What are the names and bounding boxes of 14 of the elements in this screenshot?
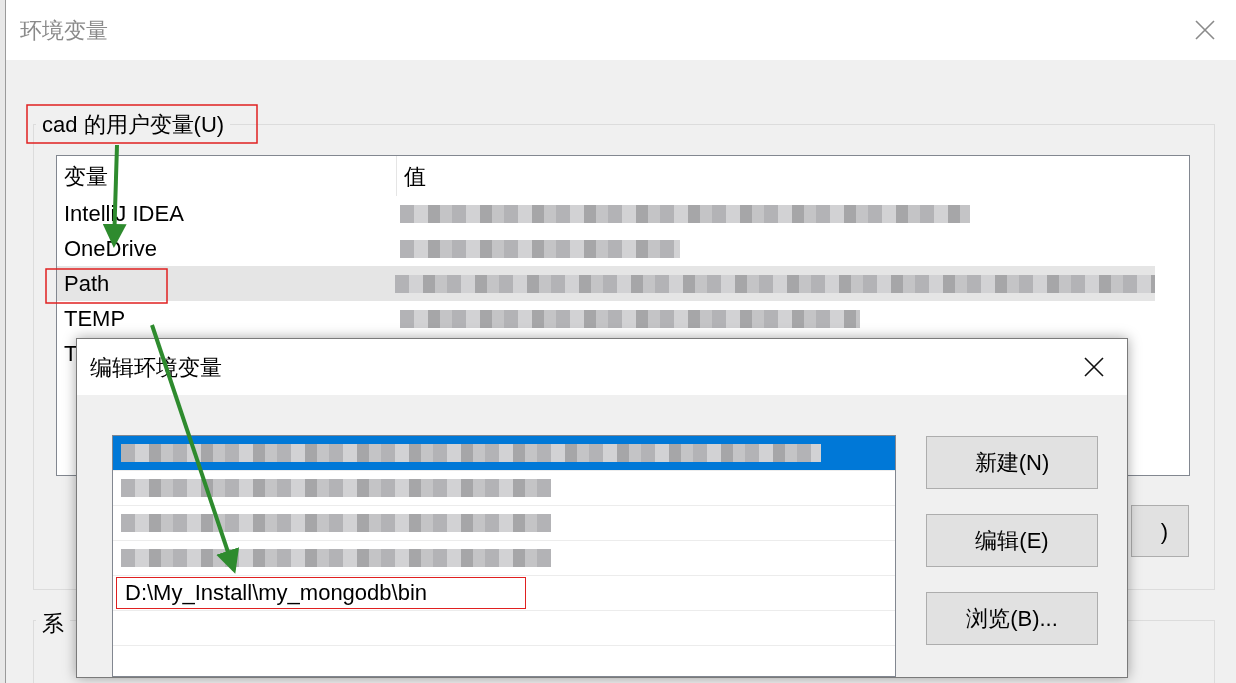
path-list[interactable]: D:\My_Install\my_mongodb\bin xyxy=(112,435,896,677)
column-header[interactable]: 值 xyxy=(397,156,1157,196)
variable-row[interactable]: Path xyxy=(57,266,1155,301)
table-cell-text: T xyxy=(64,340,78,368)
table-cell-text: OneDrive xyxy=(64,235,157,263)
list-item[interactable]: D:\My_Install\my_mongodb\bin xyxy=(113,576,895,611)
path-text: D:\My_Install\my_mongodb\bin xyxy=(125,581,428,605)
table-cell-text: Path xyxy=(64,270,110,298)
window-title: 环境变量 xyxy=(20,16,108,45)
dialog-button[interactable]: 新建(N) xyxy=(926,436,1098,489)
dialog-button[interactable]: 编辑(E) xyxy=(926,514,1098,567)
table-cell-text: TEMP xyxy=(64,305,126,333)
partial-button[interactable]: ) xyxy=(1131,505,1189,557)
dialog-button[interactable]: 浏览(B)... xyxy=(926,592,1098,645)
